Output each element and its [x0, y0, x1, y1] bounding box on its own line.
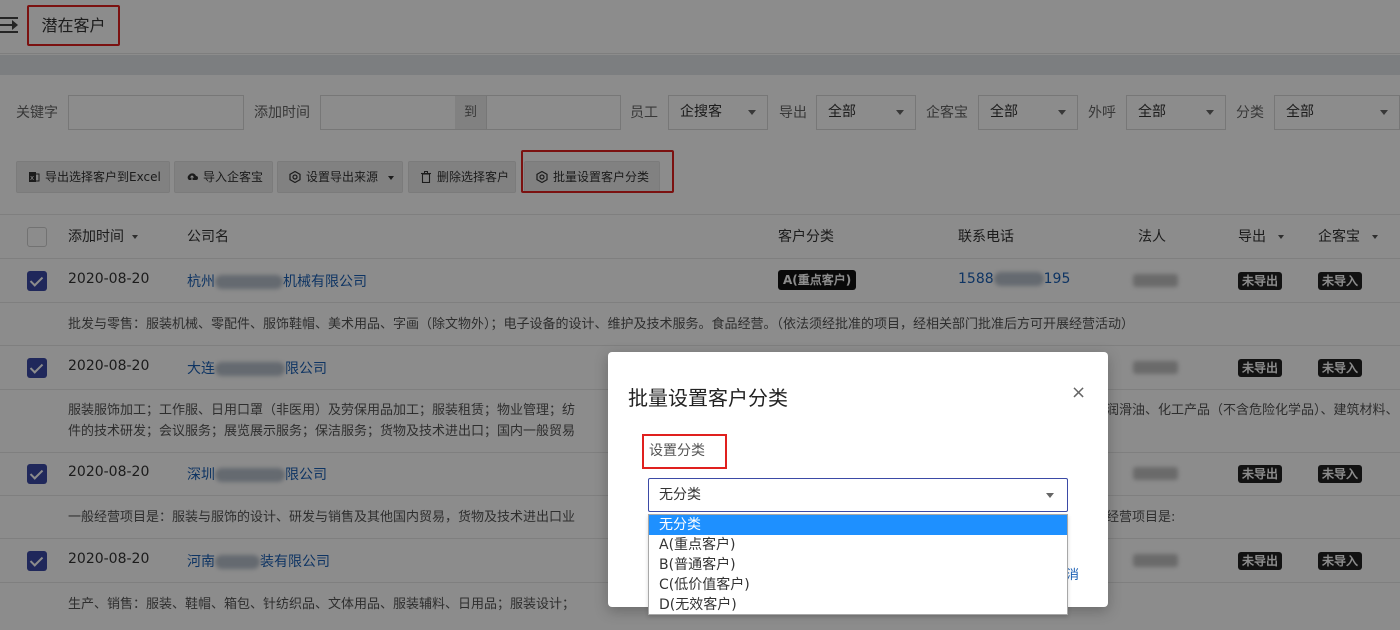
option-c[interactable]: C(低价值客户) [649, 575, 1067, 595]
option-none[interactable]: 无分类 [649, 515, 1067, 535]
option-a[interactable]: A(重点客户) [649, 535, 1067, 555]
modal-title: 批量设置客户分类 [628, 386, 788, 410]
category-select[interactable]: 无分类 [648, 478, 1068, 512]
category-select-value: 无分类 [659, 487, 701, 503]
option-b[interactable]: B(普通客户) [649, 555, 1067, 575]
close-icon[interactable]: × [1071, 384, 1086, 402]
set-category-label: 设置分类 [642, 434, 727, 469]
chevron-down-icon [1046, 493, 1054, 498]
category-dropdown-list: 无分类 A(重点客户) B(普通客户) C(低价值客户) D(无效客户) [648, 514, 1068, 615]
option-d[interactable]: D(无效客户) [649, 595, 1067, 615]
